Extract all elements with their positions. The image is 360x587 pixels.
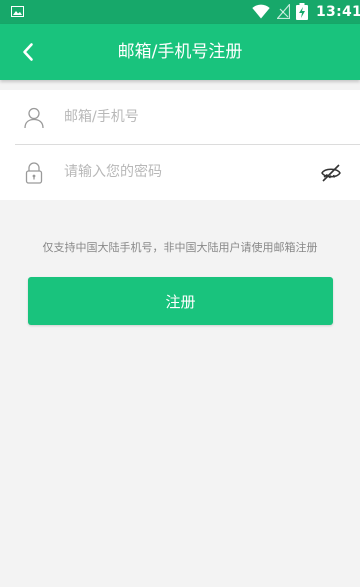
eye-off-icon[interactable] <box>320 163 342 183</box>
account-row <box>0 90 360 145</box>
status-time: 13:41 <box>316 4 360 20</box>
password-row <box>0 145 360 200</box>
phone-support-hint: 仅支持中国大陆手机号，非中国大陆用户请使用邮箱注册 <box>42 241 318 254</box>
register-button[interactable]: 注册 <box>28 277 333 325</box>
gallery-icon <box>11 6 24 17</box>
page-title: 邮箱/手机号注册 <box>117 42 243 62</box>
account-input[interactable] <box>64 100 314 134</box>
no-signal-icon <box>277 4 290 19</box>
user-icon <box>24 107 44 129</box>
app-bar: 邮箱/手机号注册 <box>0 24 360 80</box>
status-bar: 13:41 <box>0 0 360 24</box>
battery-charging-icon <box>296 3 308 20</box>
lock-icon <box>25 162 43 184</box>
password-input[interactable] <box>64 155 314 189</box>
registration-form <box>0 90 360 200</box>
wifi-icon <box>252 4 270 19</box>
